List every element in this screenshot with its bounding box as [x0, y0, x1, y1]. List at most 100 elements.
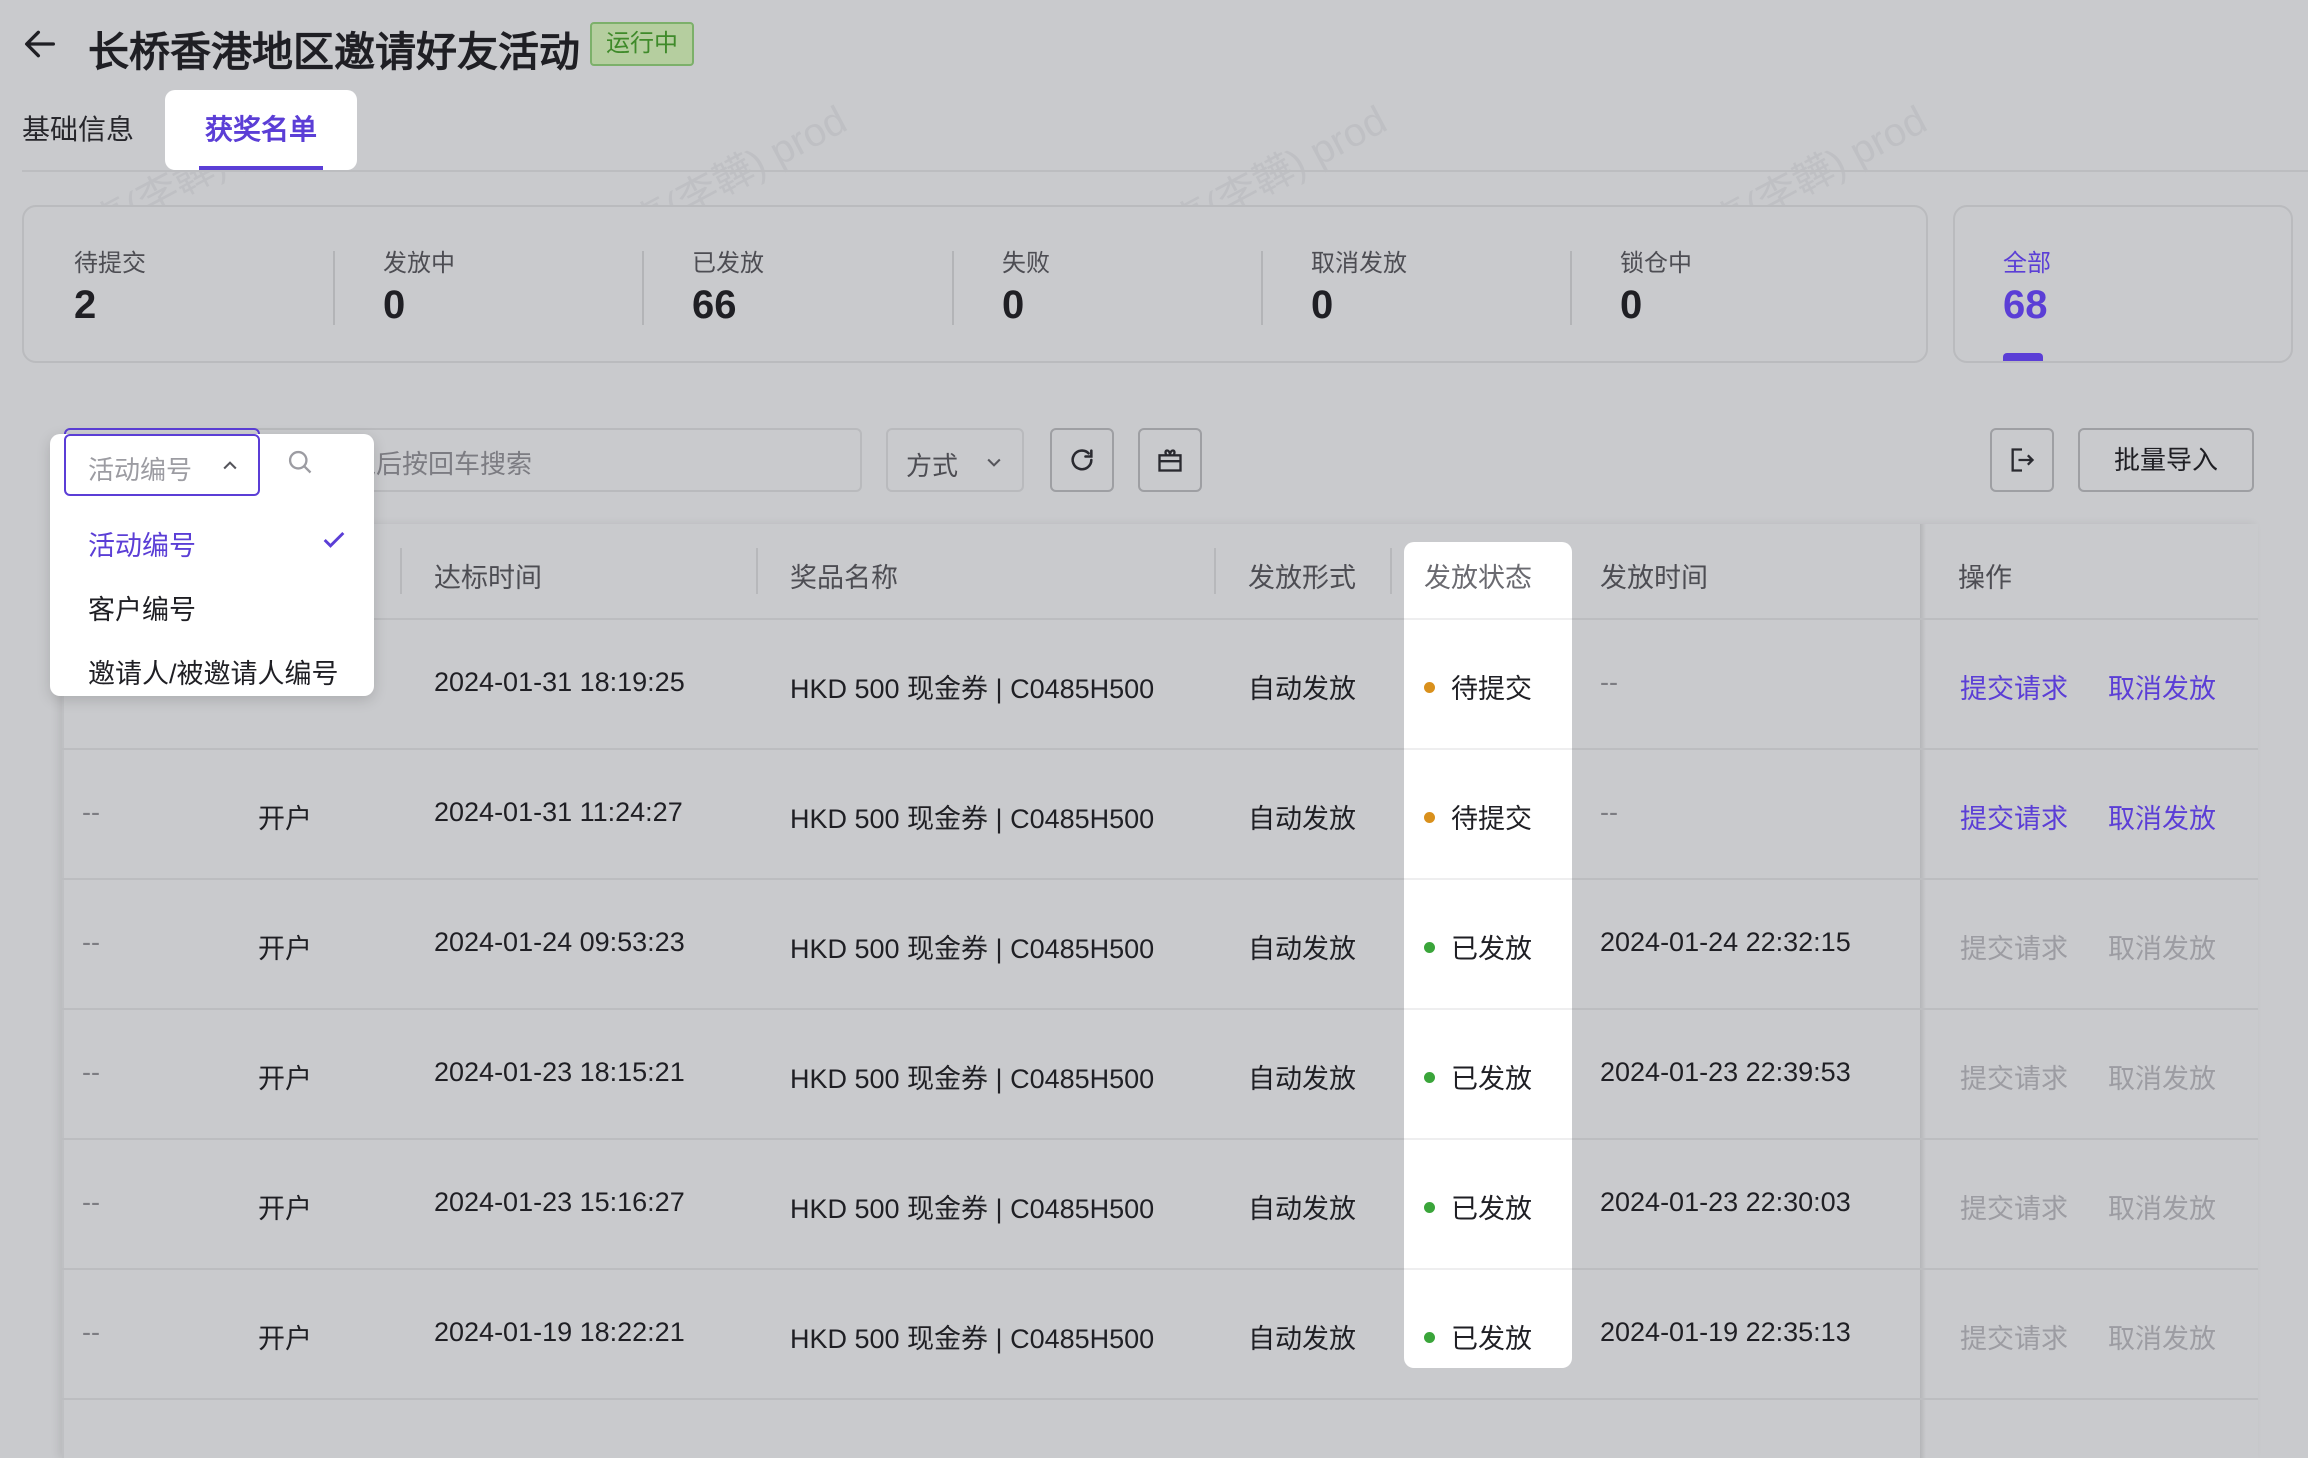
page-title: 长桥香港地区邀请好友活动: [88, 29, 580, 75]
stat-label: 已发放: [692, 250, 764, 277]
type-cell: 开户: [258, 804, 312, 834]
search-field-dropdown: 活动编号 活动编号 客户编号 邀请人/被邀请人编号: [50, 434, 374, 696]
issue-status-cell: 已发放: [1424, 1057, 1532, 1096]
status-dot: [1424, 1202, 1435, 1214]
export-icon: [2011, 448, 2035, 472]
reached-time-cell: 2024-01-19 18:22:21: [434, 1317, 685, 1347]
stat-value: 0: [383, 283, 406, 327]
issue-form-cell: 自动发放: [1248, 804, 1356, 834]
id-cell: --: [82, 1057, 100, 1087]
gift-button[interactable]: [1138, 428, 1202, 492]
row-divider: [1404, 1268, 1572, 1270]
status-dot: [1424, 682, 1435, 694]
dropdown-option-activity-id[interactable]: 活动编号: [88, 524, 196, 563]
stat-all[interactable]: 全部 68: [1953, 205, 2293, 363]
cancel-issue-button[interactable]: 取消发放: [2108, 927, 2216, 966]
column-header-prize-name[interactable]: 奖品名称: [790, 556, 898, 595]
search-field-select[interactable]: 活动编号: [64, 434, 260, 496]
chevron-down-icon: [987, 458, 1001, 467]
row-divider: [62, 1138, 2258, 1140]
status-text: 已发放: [1451, 1324, 1532, 1354]
column-header-issue-form[interactable]: 发放形式: [1248, 556, 1356, 595]
issue-time-cell: --: [1600, 667, 1618, 697]
row-divider: [1404, 878, 1572, 880]
stat-value: 66: [692, 283, 737, 327]
cancel-issue-button[interactable]: 取消发放: [2108, 1317, 2216, 1356]
type-cell: 开户: [258, 1324, 312, 1354]
cancel-issue-button[interactable]: 取消发放: [2108, 1057, 2216, 1096]
type-cell: 开户: [258, 1064, 312, 1094]
stat-divider: [1261, 251, 1263, 325]
column-header-reached-time[interactable]: 达标时间: [434, 556, 542, 595]
row-divider: [1404, 618, 1572, 620]
row-divider: [62, 1008, 2258, 1010]
id-cell: --: [82, 927, 100, 957]
cancel-issue-button[interactable]: 取消发放: [2108, 1187, 2216, 1226]
batch-import-button[interactable]: 批量导入: [2078, 428, 2254, 492]
issue-form-cell: 自动发放: [1248, 1064, 1356, 1094]
submit-request-button[interactable]: 提交请求: [1960, 1317, 2068, 1356]
cancel-issue-button[interactable]: 取消发放: [2108, 667, 2216, 706]
id-cell: --: [82, 797, 100, 827]
gift-icon: [1158, 449, 1182, 472]
checkmark-icon: [323, 531, 345, 548]
search-field-select-value: 活动编号: [88, 455, 193, 485]
submit-request-button[interactable]: 提交请求: [1960, 1057, 2068, 1096]
column-divider: [1390, 548, 1392, 594]
stat-divider: [952, 251, 954, 325]
submit-request-button[interactable]: 提交请求: [1960, 927, 2068, 966]
dropdown-option-customer-id[interactable]: 客户编号: [88, 588, 196, 627]
dropdown-option-inviter-id[interactable]: 邀请人/被邀请人编号: [88, 652, 339, 691]
tab-basic-info[interactable]: 基础信息: [22, 90, 134, 170]
stat-label: 发放中: [383, 250, 455, 277]
stat-label: 全部: [2003, 250, 2051, 277]
row-divider: [1404, 748, 1572, 750]
column-header-actions: 操作: [1958, 563, 2012, 593]
stat-value: 0: [1311, 283, 1334, 327]
method-select-value: 方式: [906, 451, 959, 481]
reached-time-cell: 2024-01-31 11:24:27: [434, 797, 683, 827]
stat-active-indicator: [2003, 353, 2043, 361]
winner-table: [62, 524, 2258, 1458]
arrow-left-icon[interactable]: [20, 24, 60, 64]
issue-status-cell: 待提交: [1424, 797, 1532, 836]
export-button[interactable]: [1990, 428, 2054, 492]
submit-request-button[interactable]: 提交请求: [1960, 1187, 2068, 1226]
row-divider: [62, 1268, 2258, 1270]
reached-time-cell: 2024-01-23 15:16:27: [434, 1187, 685, 1217]
tab-divider: [22, 170, 2308, 172]
prize-name-cell: HKD 500 现金券 | C0485H500: [790, 1324, 1155, 1354]
row-divider: [62, 1398, 2258, 1400]
prize-name-cell: HKD 500 现金券 | C0485H500: [790, 1064, 1155, 1094]
cancel-issue-button[interactable]: 取消发放: [2108, 797, 2216, 836]
prize-name-cell: HKD 500 现金券 | C0485H500: [790, 934, 1155, 964]
issue-status-cell: 已发放: [1424, 1317, 1532, 1356]
column-header-issue-status[interactable]: 发放状态: [1424, 556, 1532, 595]
stat-value: 0: [1620, 283, 1643, 327]
issue-time-cell: --: [1600, 797, 1618, 827]
column-divider: [400, 548, 402, 594]
column-header-issue-time[interactable]: 发放时间: [1600, 556, 1708, 595]
tab-winner-list[interactable]: 获奖名单: [165, 90, 357, 170]
row-divider: [1404, 1138, 1572, 1140]
stat-label: 待提交: [74, 250, 146, 277]
submit-request-button[interactable]: 提交请求: [1960, 667, 2068, 706]
prize-name-cell: HKD 500 现金券 | C0485H500: [790, 804, 1155, 834]
issue-status-cell: 待提交: [1424, 667, 1532, 706]
issue-time-cell: 2024-01-24 22:32:15: [1600, 927, 1851, 957]
refresh-icon: [1071, 449, 1093, 471]
id-cell: --: [82, 1187, 100, 1217]
status-text: 待提交: [1451, 804, 1532, 834]
row-divider: [62, 748, 2258, 750]
chevron-up-icon: [223, 461, 237, 470]
search-icon: [288, 450, 312, 474]
row-divider: [1404, 1008, 1572, 1010]
status-text: 已发放: [1451, 1064, 1532, 1094]
stat-divider: [1570, 251, 1572, 325]
reached-time-cell: 2024-01-24 09:53:23: [434, 927, 685, 957]
refresh-button[interactable]: [1050, 428, 1114, 492]
issue-form-cell: 自动发放: [1248, 934, 1356, 964]
stat-label: 锁仓中: [1620, 250, 1692, 277]
method-select[interactable]: 方式: [886, 428, 1024, 492]
submit-request-button[interactable]: 提交请求: [1960, 797, 2068, 836]
